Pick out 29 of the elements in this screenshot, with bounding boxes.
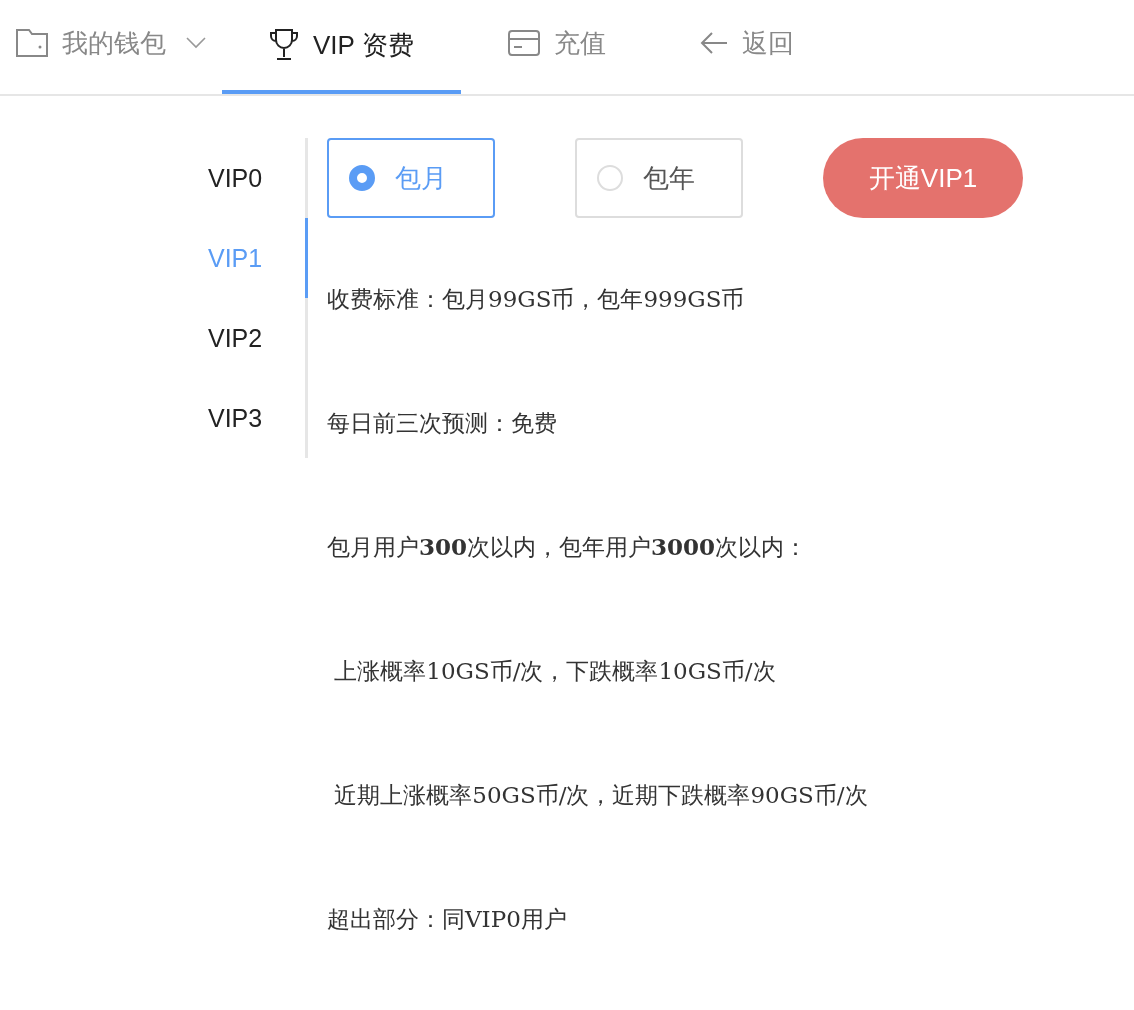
radio-dot-icon — [349, 165, 375, 191]
plan-label: 包年 — [643, 161, 695, 195]
nav-tab[interactable]: 我的钱包 — [0, 0, 222, 94]
nav-tab[interactable]: 充值 — [460, 0, 653, 94]
tab-label: 充值 — [553, 26, 606, 60]
vip-level-item[interactable]: VIP3 — [0, 378, 308, 458]
tab-label: 返回 — [741, 26, 794, 60]
pricing-text: 包月用户300次以内，包年用户3000次以内： — [327, 532, 809, 562]
open-vip-button[interactable]: 开通VIP1 — [823, 138, 1023, 218]
wallet-icon — [16, 29, 48, 57]
pricing-text: 近期上涨概率50GS币/次，近期下跌概率90GS币/次 — [333, 781, 869, 810]
radio-dot-icon — [597, 165, 623, 191]
plan-radio[interactable]: 包年 — [575, 138, 743, 218]
tab-label: VIP 资费 — [313, 28, 414, 62]
trophy-icon — [269, 28, 299, 62]
pricing-text: 每日前三次预测：免费 — [327, 409, 558, 438]
vip-level-item[interactable]: VIP1 — [0, 218, 308, 298]
pricing-text: 超出部分：同VIP0用户 — [327, 905, 568, 934]
nav-tab[interactable]: VIP 资费 — [222, 0, 461, 94]
plan-radio[interactable]: 包月 — [327, 138, 495, 218]
plan-label: 包月 — [395, 161, 447, 195]
vip-level-item[interactable]: VIP2 — [0, 298, 308, 378]
pricing-text: 上涨概率10GS币/次，下跌概率10GS币/次 — [333, 657, 777, 686]
tab-label: 我的钱包 — [62, 26, 166, 60]
nav-tab[interactable]: 返回 — [652, 0, 841, 94]
card-icon — [507, 30, 540, 56]
back-arrow-icon — [699, 31, 728, 55]
vip-level-item[interactable]: VIP0 — [0, 138, 308, 218]
pricing-text: 收费标准：包月99GS币，包年999GS币 — [327, 285, 746, 314]
